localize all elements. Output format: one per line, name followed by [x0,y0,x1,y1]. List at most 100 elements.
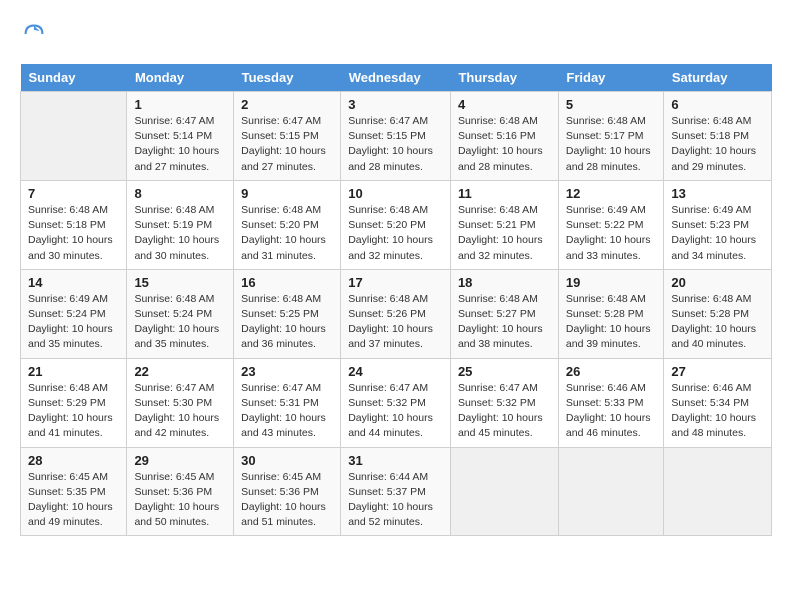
day-number: 17 [348,275,443,290]
sunrise-label: Sunrise: 6:48 AM [241,204,321,216]
day-info: Sunrise: 6:48 AM Sunset: 5:21 PM Dayligh… [458,203,551,264]
daylight-label: Daylight: 10 hours and 50 minutes. [134,501,219,528]
day-number: 4 [458,97,551,112]
daylight-label: Daylight: 10 hours and 48 minutes. [671,412,756,439]
daylight-label: Daylight: 10 hours and 46 minutes. [566,412,651,439]
day-number: 31 [348,453,443,468]
day-info: Sunrise: 6:48 AM Sunset: 5:25 PM Dayligh… [241,292,333,353]
sunset-label: Sunset: 5:23 PM [671,219,749,231]
calendar-cell: 17 Sunrise: 6:48 AM Sunset: 5:26 PM Dayl… [341,269,451,358]
sunrise-label: Sunrise: 6:47 AM [241,115,321,127]
day-number: 1 [134,97,226,112]
day-info: Sunrise: 6:49 AM Sunset: 5:24 PM Dayligh… [28,292,119,353]
day-info: Sunrise: 6:49 AM Sunset: 5:23 PM Dayligh… [671,203,764,264]
sunrise-label: Sunrise: 6:46 AM [566,382,646,394]
day-info: Sunrise: 6:47 AM Sunset: 5:14 PM Dayligh… [134,114,226,175]
sunrise-label: Sunrise: 6:48 AM [134,204,214,216]
calendar-cell: 1 Sunrise: 6:47 AM Sunset: 5:14 PM Dayli… [127,92,234,181]
daylight-label: Daylight: 10 hours and 35 minutes. [134,323,219,350]
daylight-label: Daylight: 10 hours and 30 minutes. [134,234,219,261]
sunrise-label: Sunrise: 6:47 AM [134,115,214,127]
sunset-label: Sunset: 5:26 PM [348,308,426,320]
sunset-label: Sunset: 5:17 PM [566,130,644,142]
day-number: 15 [134,275,226,290]
calendar-cell: 20 Sunrise: 6:48 AM Sunset: 5:28 PM Dayl… [664,269,772,358]
sunrise-label: Sunrise: 6:48 AM [28,382,108,394]
day-number: 2 [241,97,333,112]
day-number: 25 [458,364,551,379]
daylight-label: Daylight: 10 hours and 40 minutes. [671,323,756,350]
sunrise-label: Sunrise: 6:48 AM [348,293,428,305]
sunset-label: Sunset: 5:20 PM [348,219,426,231]
daylight-label: Daylight: 10 hours and 32 minutes. [348,234,433,261]
sunrise-label: Sunrise: 6:45 AM [134,471,214,483]
day-number: 13 [671,186,764,201]
sunrise-label: Sunrise: 6:48 AM [241,293,321,305]
calendar-cell: 29 Sunrise: 6:45 AM Sunset: 5:36 PM Dayl… [127,447,234,536]
calendar-cell: 14 Sunrise: 6:49 AM Sunset: 5:24 PM Dayl… [21,269,127,358]
day-number: 19 [566,275,657,290]
day-info: Sunrise: 6:48 AM Sunset: 5:20 PM Dayligh… [241,203,333,264]
calendar-table: SundayMondayTuesdayWednesdayThursdayFrid… [20,64,772,536]
sunrise-label: Sunrise: 6:48 AM [566,293,646,305]
day-info: Sunrise: 6:45 AM Sunset: 5:36 PM Dayligh… [241,470,333,531]
day-number: 14 [28,275,119,290]
day-info: Sunrise: 6:48 AM Sunset: 5:28 PM Dayligh… [566,292,657,353]
daylight-label: Daylight: 10 hours and 28 minutes. [348,145,433,172]
daylight-label: Daylight: 10 hours and 35 minutes. [28,323,113,350]
day-info: Sunrise: 6:47 AM Sunset: 5:31 PM Dayligh… [241,381,333,442]
day-number: 16 [241,275,333,290]
day-number: 23 [241,364,333,379]
calendar-header-row: SundayMondayTuesdayWednesdayThursdayFrid… [21,64,772,92]
day-number: 3 [348,97,443,112]
daylight-label: Daylight: 10 hours and 49 minutes. [28,501,113,528]
sunset-label: Sunset: 5:15 PM [241,130,319,142]
sunset-label: Sunset: 5:34 PM [671,397,749,409]
sunrise-label: Sunrise: 6:48 AM [671,115,751,127]
calendar-header-thursday: Thursday [450,64,558,92]
logo-icon [20,20,48,48]
sunset-label: Sunset: 5:28 PM [566,308,644,320]
sunrise-label: Sunrise: 6:48 AM [458,293,538,305]
sunset-label: Sunset: 5:25 PM [241,308,319,320]
daylight-label: Daylight: 10 hours and 38 minutes. [458,323,543,350]
day-number: 8 [134,186,226,201]
calendar-cell: 12 Sunrise: 6:49 AM Sunset: 5:22 PM Dayl… [558,180,664,269]
day-info: Sunrise: 6:47 AM Sunset: 5:15 PM Dayligh… [348,114,443,175]
daylight-label: Daylight: 10 hours and 41 minutes. [28,412,113,439]
day-info: Sunrise: 6:46 AM Sunset: 5:34 PM Dayligh… [671,381,764,442]
day-info: Sunrise: 6:47 AM Sunset: 5:15 PM Dayligh… [241,114,333,175]
calendar-week-row: 28 Sunrise: 6:45 AM Sunset: 5:35 PM Dayl… [21,447,772,536]
page-header [20,20,772,48]
calendar-cell: 2 Sunrise: 6:47 AM Sunset: 5:15 PM Dayli… [234,92,341,181]
sunset-label: Sunset: 5:18 PM [28,219,106,231]
sunrise-label: Sunrise: 6:48 AM [348,204,428,216]
day-number: 27 [671,364,764,379]
sunset-label: Sunset: 5:36 PM [134,486,212,498]
sunset-label: Sunset: 5:33 PM [566,397,644,409]
daylight-label: Daylight: 10 hours and 27 minutes. [134,145,219,172]
day-info: Sunrise: 6:47 AM Sunset: 5:32 PM Dayligh… [458,381,551,442]
day-number: 30 [241,453,333,468]
calendar-cell: 4 Sunrise: 6:48 AM Sunset: 5:16 PM Dayli… [450,92,558,181]
day-info: Sunrise: 6:49 AM Sunset: 5:22 PM Dayligh… [566,203,657,264]
calendar-cell: 23 Sunrise: 6:47 AM Sunset: 5:31 PM Dayl… [234,358,341,447]
calendar-header-wednesday: Wednesday [341,64,451,92]
logo [20,20,52,48]
calendar-cell: 10 Sunrise: 6:48 AM Sunset: 5:20 PM Dayl… [341,180,451,269]
day-info: Sunrise: 6:48 AM Sunset: 5:18 PM Dayligh… [671,114,764,175]
calendar-cell: 9 Sunrise: 6:48 AM Sunset: 5:20 PM Dayli… [234,180,341,269]
daylight-label: Daylight: 10 hours and 28 minutes. [458,145,543,172]
sunset-label: Sunset: 5:15 PM [348,130,426,142]
day-info: Sunrise: 6:45 AM Sunset: 5:36 PM Dayligh… [134,470,226,531]
daylight-label: Daylight: 10 hours and 52 minutes. [348,501,433,528]
day-info: Sunrise: 6:48 AM Sunset: 5:28 PM Dayligh… [671,292,764,353]
day-info: Sunrise: 6:48 AM Sunset: 5:18 PM Dayligh… [28,203,119,264]
daylight-label: Daylight: 10 hours and 32 minutes. [458,234,543,261]
calendar-cell: 7 Sunrise: 6:48 AM Sunset: 5:18 PM Dayli… [21,180,127,269]
daylight-label: Daylight: 10 hours and 44 minutes. [348,412,433,439]
calendar-cell: 31 Sunrise: 6:44 AM Sunset: 5:37 PM Dayl… [341,447,451,536]
daylight-label: Daylight: 10 hours and 33 minutes. [566,234,651,261]
daylight-label: Daylight: 10 hours and 34 minutes. [671,234,756,261]
day-info: Sunrise: 6:47 AM Sunset: 5:30 PM Dayligh… [134,381,226,442]
